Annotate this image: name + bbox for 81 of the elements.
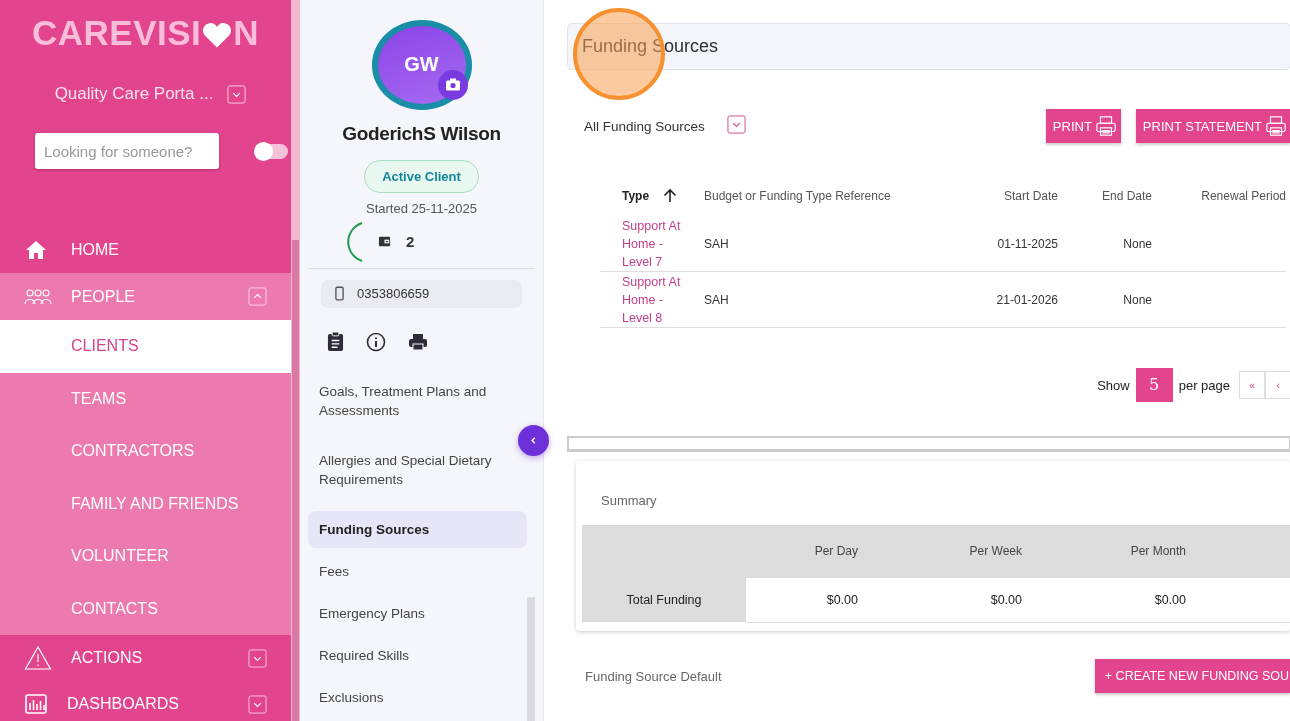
client-menu-item[interactable]: Fees [308, 553, 527, 590]
table-cell: None [1123, 292, 1152, 307]
funding-type-link[interactable]: Support At Home - Level 8 [622, 272, 684, 327]
nav-subitem[interactable]: FAMILY AND FRIENDS [0, 477, 291, 530]
client-menu-item[interactable]: Emergency Plans [308, 595, 527, 632]
printer-icon [1094, 115, 1117, 137]
collapse-button[interactable] [518, 425, 549, 456]
row-header: Total Funding [582, 578, 746, 622]
client-menu-item[interactable]: Exclusions [308, 679, 527, 716]
printer-icon [1265, 115, 1287, 137]
camera-icon[interactable] [437, 69, 468, 100]
nav-label: HOME [71, 241, 120, 259]
clipboard-icon[interactable] [327, 331, 344, 352]
table-cell: 21-01-2026 [996, 292, 1058, 307]
print-button[interactable]: PRINT [1045, 109, 1121, 143]
table-cell: None [1123, 236, 1152, 251]
scrollbar-thumb[interactable] [292, 240, 299, 721]
table-cell: SAH [704, 236, 729, 251]
caret-icon[interactable] [248, 648, 267, 668]
info-icon[interactable] [366, 331, 386, 352]
pager-label: Show [1097, 377, 1130, 393]
page-nav-button[interactable]: ‹ [1265, 371, 1290, 399]
nav-subitem[interactable]: CONTRACTORS [0, 425, 291, 478]
column-header: Per Day [746, 525, 858, 578]
column-header[interactable]: End Date [1101, 189, 1152, 203]
printer-icon[interactable] [408, 331, 428, 352]
wallet-count: 2 [406, 233, 415, 251]
warning-icon [24, 645, 52, 671]
progress-arc-icon [347, 221, 363, 262]
phone-number: 0353806659 [357, 286, 430, 302]
logo-text: CAREVISI [31, 13, 202, 53]
print-button[interactable]: PRINT STATEMENT [1135, 109, 1290, 143]
create-button[interactable]: + CREATE NEW FUNDING SOU [1094, 659, 1290, 693]
toggle-switch[interactable] [255, 143, 288, 159]
column-header[interactable]: Budget or Funding Type Reference [704, 189, 891, 203]
caret-icon[interactable] [248, 287, 267, 306]
chart-icon [24, 692, 48, 716]
table-cell: 01-11-2025 [997, 236, 1058, 251]
mobile-phone-icon [335, 286, 344, 302]
start-date: Started 25-11-2025 [365, 200, 478, 216]
nav-label: ACTIONS [71, 649, 144, 667]
funding-type-link[interactable]: Support At Home - Level 7 [622, 216, 684, 271]
logo-text: N [233, 13, 260, 53]
section-label: Funding Source Default [585, 668, 722, 684]
nav-label: PEOPLE [71, 287, 137, 306]
column-header: Per Week [858, 525, 1022, 578]
nav-subitem[interactable]: TEAMS [0, 372, 291, 425]
caret-icon[interactable] [248, 694, 267, 714]
chevron-left-icon [529, 436, 538, 445]
column-header[interactable]: Start Date [1003, 189, 1058, 203]
client-menu-item[interactable]: Funding Sources [308, 511, 527, 548]
pager-label: per page [1178, 377, 1230, 393]
avatar: GW [371, 20, 472, 110]
nav-subitem[interactable]: VOLUNTEER [0, 530, 291, 583]
nav-item[interactable]: PEOPLE [0, 273, 291, 320]
scrollbar-thumb[interactable] [527, 597, 535, 721]
nav-subitem[interactable]: CONTACTS [0, 582, 291, 635]
dropdown-caret-icon[interactable] [726, 115, 746, 134]
search-field[interactable]: Looking for someone? [35, 133, 219, 169]
column-header: Per Month [1022, 525, 1186, 578]
column-header[interactable]: Type [622, 189, 650, 203]
sort-ascending-icon[interactable] [662, 188, 679, 204]
nav-label: DASHBOARDS [67, 695, 181, 713]
people-icon [24, 287, 52, 306]
per-page-select[interactable]: 5 [1135, 368, 1173, 402]
home-icon [24, 238, 48, 262]
filter-label: All Funding Sources [584, 118, 705, 134]
status-badge: Active Client [364, 159, 479, 193]
horizontal-scrollbar[interactable] [567, 436, 1290, 452]
table-cell: SAH [704, 292, 729, 307]
page-nav-button[interactable]: « [1239, 371, 1265, 399]
organisation-name: Quality Care Porta ... [54, 84, 214, 104]
client-menu-item[interactable]: Required Skills [308, 637, 527, 674]
client-name: GoderichS Wilson [342, 122, 501, 145]
client-menu-item[interactable]: Goals, Treatment Plans and Assessments [308, 373, 527, 429]
column-header[interactable]: Renewal Period [1201, 189, 1286, 203]
nav-subitem[interactable]: CLIENTS [0, 320, 291, 373]
summary-title: Summary [600, 493, 658, 508]
wallet-icon [378, 235, 391, 249]
client-menu-item[interactable]: Allergies and Special Dietary Requirements [308, 442, 527, 498]
heart-icon [202, 21, 233, 49]
